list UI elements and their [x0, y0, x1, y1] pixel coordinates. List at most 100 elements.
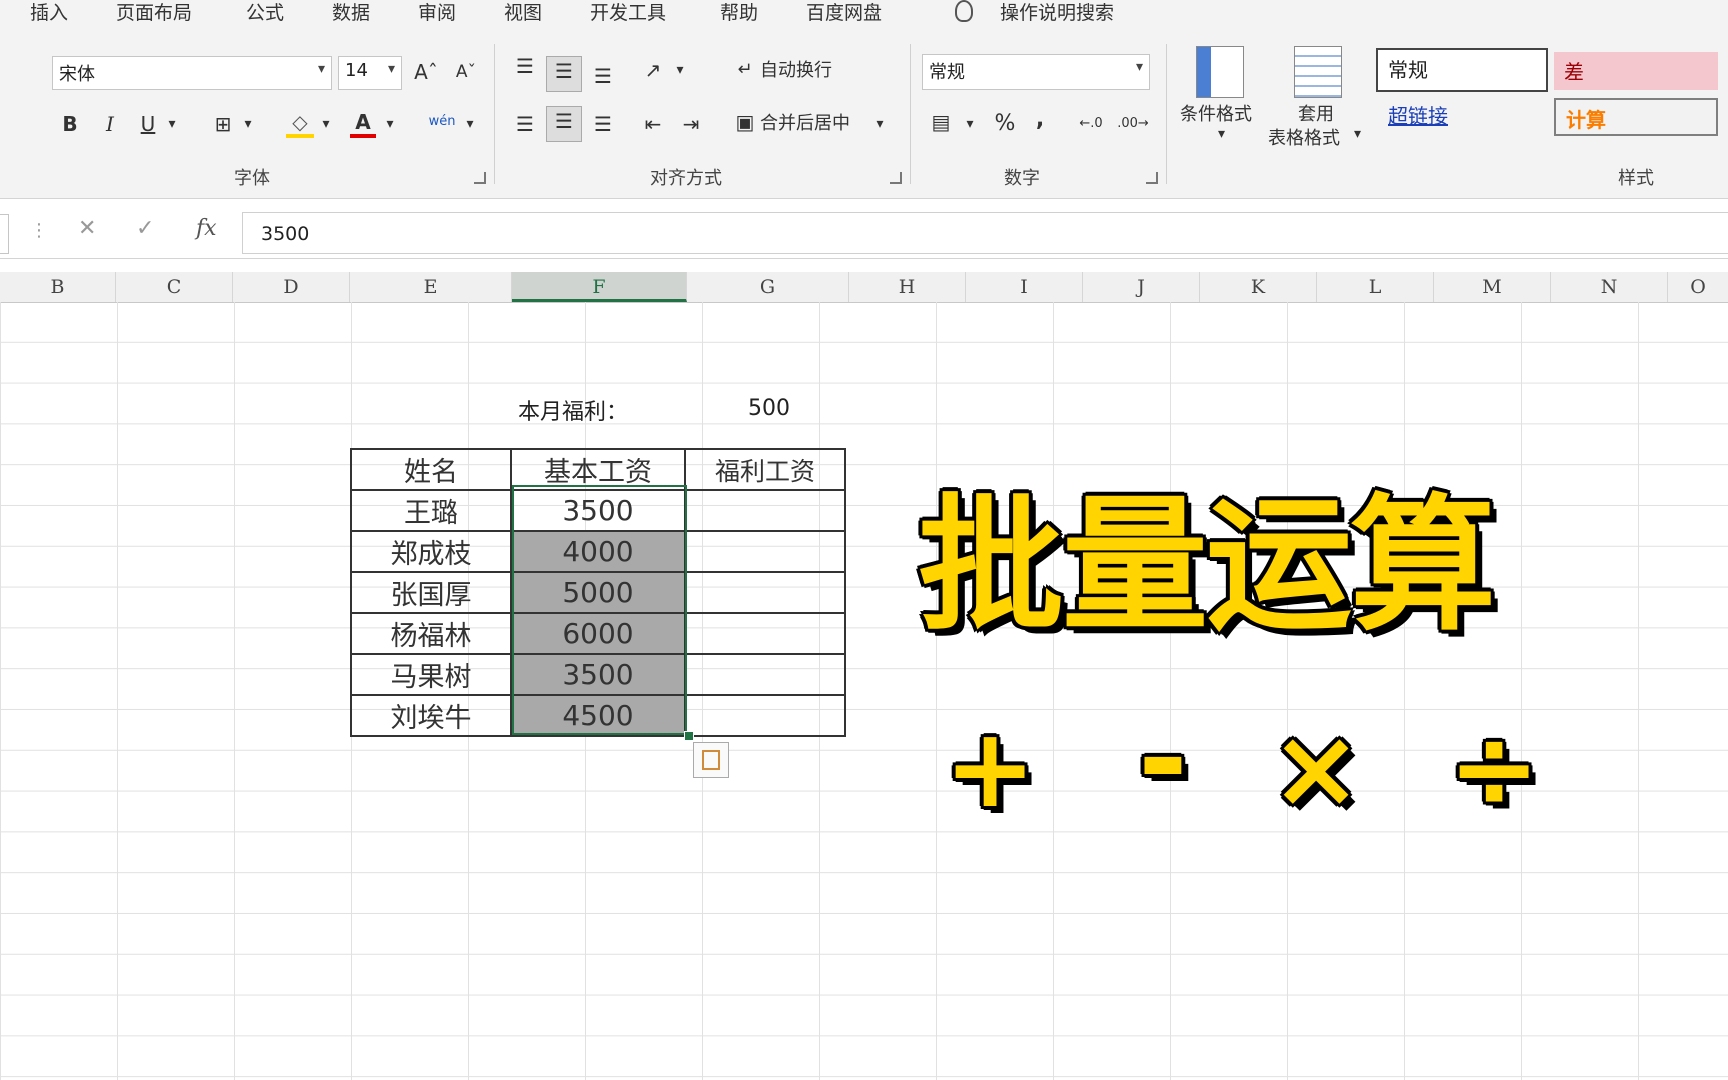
chevron-down-icon[interactable]: ▾ — [1354, 126, 1361, 142]
conditional-format-button[interactable]: 条件格式 — [1180, 100, 1252, 126]
tab-baidu-netdisk[interactable]: 百度网盘 — [806, 0, 882, 25]
welfare-salary-cell[interactable] — [684, 653, 846, 696]
name-cell[interactable]: 马果树 — [350, 653, 512, 696]
name-box[interactable] — [0, 214, 9, 254]
column-header-g[interactable]: G — [687, 272, 849, 302]
base-salary-cell[interactable]: 5000 — [510, 571, 686, 614]
base-salary-cell[interactable]: 3500 — [510, 653, 686, 696]
cancel-icon[interactable]: ✕ — [78, 216, 96, 241]
grow-font-button[interactable]: Aˆ — [412, 58, 440, 86]
welfare-salary-cell[interactable] — [684, 530, 846, 573]
tab-insert[interactable]: 插入 — [30, 0, 68, 25]
align-bottom-icon[interactable]: ☰ — [590, 62, 616, 90]
table-format-button[interactable]: 表格格式 — [1268, 124, 1340, 150]
fill-handle[interactable] — [684, 731, 694, 741]
column-header-k[interactable]: K — [1200, 272, 1317, 302]
decrease-decimal-icon[interactable]: .00→ — [1116, 110, 1150, 138]
increase-decimal-icon[interactable]: ←.0 — [1074, 110, 1108, 138]
chevron-down-icon[interactable]: ▾ — [240, 110, 256, 138]
underline-button[interactable]: U — [136, 110, 160, 138]
merge-center-button[interactable]: 合并后居中 — [760, 110, 864, 138]
style-bad[interactable]: 差 — [1554, 52, 1718, 90]
font-size-select[interactable]: 14 — [338, 56, 402, 90]
tell-me-search[interactable]: 操作说明搜索 — [1000, 0, 1114, 25]
style-normal[interactable]: 常规 — [1376, 48, 1548, 92]
font-color-button[interactable]: A — [350, 108, 376, 138]
align-left-icon[interactable]: ☰ — [512, 110, 538, 138]
welfare-salary-cell[interactable] — [684, 694, 846, 737]
tab-developer[interactable]: 开发工具 — [590, 0, 666, 25]
chevron-down-icon[interactable]: ▾ — [962, 110, 978, 138]
fill-color-icon[interactable]: ◇ — [286, 108, 314, 138]
align-middle-icon[interactable]: ☰ — [546, 56, 582, 92]
align-right-icon[interactable]: ☰ — [590, 110, 616, 138]
column-header-d[interactable]: D — [233, 272, 350, 302]
cell-grid[interactable] — [0, 302, 1728, 1080]
column-header-m[interactable]: M — [1434, 272, 1551, 302]
font-name-select[interactable]: 宋体 — [52, 56, 332, 90]
header-base-salary[interactable]: 基本工资 — [510, 448, 686, 491]
shrink-font-button[interactable]: Aˇ — [452, 58, 480, 86]
border-icon[interactable]: ⊞ — [210, 110, 236, 138]
column-header-h[interactable]: H — [849, 272, 966, 302]
wrap-text-icon[interactable]: ↵ — [732, 56, 758, 84]
tab-page-layout[interactable]: 页面布局 — [116, 0, 192, 25]
base-salary-cell[interactable]: 4000 — [510, 530, 686, 573]
header-name[interactable]: 姓名 — [350, 448, 512, 491]
insert-function-icon[interactable]: fx — [196, 216, 217, 241]
name-cell[interactable]: 王璐 — [350, 489, 512, 532]
welfare-label-cell[interactable]: 本月福利： — [518, 394, 628, 426]
bold-button[interactable]: B — [58, 110, 82, 138]
name-cell[interactable]: 张国厚 — [350, 571, 512, 614]
table-format-label-1[interactable]: 套用 — [1298, 100, 1334, 126]
wrap-text-button[interactable]: 自动换行 — [760, 57, 844, 85]
quick-analysis-icon[interactable] — [693, 742, 729, 778]
column-header-j[interactable]: J — [1083, 272, 1200, 302]
enter-icon[interactable]: ✓ — [136, 216, 154, 241]
name-cell[interactable]: 郑成枝 — [350, 530, 512, 573]
column-header-f[interactable]: F — [512, 272, 687, 302]
chevron-down-icon[interactable]: ▾ — [318, 110, 334, 138]
column-header-l[interactable]: L — [1317, 272, 1434, 302]
header-welfare-salary[interactable]: 福利工资 — [684, 448, 846, 491]
decrease-indent-icon[interactable]: ⇤ — [640, 110, 666, 138]
welfare-salary-cell[interactable] — [684, 612, 846, 655]
align-center-icon[interactable]: ☰ — [546, 106, 582, 142]
tab-formulas[interactable]: 公式 — [246, 0, 284, 25]
alignment-dialog-launcher-icon[interactable] — [890, 172, 902, 184]
chevron-down-icon[interactable]: ▾ — [1218, 126, 1225, 142]
base-salary-cell[interactable]: 4500 — [510, 694, 686, 737]
tab-view[interactable]: 视图 — [504, 0, 542, 25]
comma-style-button[interactable]: , — [1030, 106, 1050, 134]
name-cell[interactable]: 刘埃牛 — [350, 694, 512, 737]
column-header-b[interactable]: B — [0, 272, 116, 302]
font-dialog-launcher-icon[interactable] — [474, 172, 486, 184]
align-top-icon[interactable]: ☰ — [512, 52, 538, 80]
style-calculation[interactable]: 计算 — [1554, 98, 1718, 136]
formula-input[interactable]: 3500 — [242, 212, 1728, 254]
welfare-salary-cell[interactable] — [684, 489, 846, 532]
chevron-down-icon[interactable]: ▾ — [382, 110, 398, 138]
welfare-salary-cell[interactable] — [684, 571, 846, 614]
conditional-format-icon[interactable] — [1196, 46, 1244, 98]
percent-button[interactable]: % — [992, 110, 1018, 138]
column-header-c[interactable]: C — [116, 272, 233, 302]
number-dialog-launcher-icon[interactable] — [1146, 172, 1158, 184]
column-header-n[interactable]: N — [1551, 272, 1668, 302]
number-format-select[interactable]: 常规 — [922, 54, 1150, 90]
chevron-down-icon[interactable]: ▾ — [164, 110, 180, 138]
column-header-o[interactable]: O — [1668, 272, 1728, 302]
tab-data[interactable]: 数据 — [332, 0, 370, 25]
phonetic-guide-button[interactable]: wén — [424, 108, 460, 136]
orientation-icon[interactable]: ↗ — [640, 56, 666, 84]
accounting-format-icon[interactable]: ▤ — [926, 108, 956, 136]
tab-review[interactable]: 审阅 — [418, 0, 456, 25]
chevron-down-icon[interactable]: ▾ — [672, 56, 688, 84]
column-header-e[interactable]: E — [350, 272, 512, 302]
chevron-down-icon[interactable]: ▾ — [872, 110, 888, 138]
base-salary-cell[interactable]: 6000 — [510, 612, 686, 655]
column-header-i[interactable]: I — [966, 272, 1083, 302]
welfare-value-cell[interactable]: 500 — [748, 396, 790, 421]
style-hyperlink[interactable]: 超链接 — [1378, 96, 1548, 136]
increase-indent-icon[interactable]: ⇥ — [678, 110, 704, 138]
